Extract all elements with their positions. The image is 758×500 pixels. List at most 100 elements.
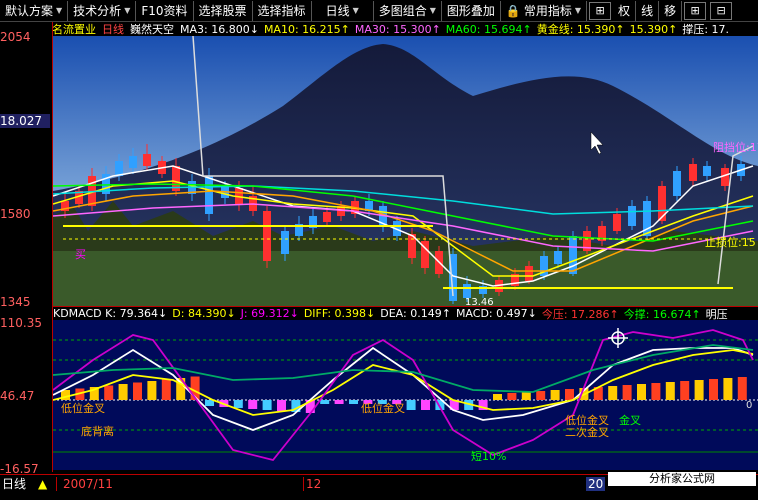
- axis-sub-top: 110.35: [0, 316, 42, 330]
- cross-label-3: 低位金叉: [565, 413, 609, 427]
- toolbar-common-indicator-menu[interactable]: 🔒 常用指标 ▼: [501, 0, 588, 21]
- chart-period: 日线: [102, 23, 124, 36]
- cross-label-2: 低位金叉: [361, 401, 405, 415]
- candle-body: [525, 266, 533, 281]
- macd-bar: [723, 378, 733, 400]
- indicator-value-6: 今压: 17.286↑: [541, 307, 619, 321]
- watermark-banner: 分析家公式网www.88gs.com: [608, 472, 756, 499]
- indicator-value-4: DEA: 0.149↑: [380, 307, 451, 320]
- macd-bar: [334, 400, 344, 404]
- chevron-down-icon: ▼: [56, 5, 63, 15]
- macd-bar: [651, 383, 661, 400]
- candle-body: [689, 164, 697, 181]
- ma-list: MA3: 16.800↓ MA10: 16.215↑ MA30: 15.300↑ MA…: [180, 22, 734, 36]
- toolbar-overlay-label: 图形叠加: [446, 3, 495, 18]
- price-chart[interactable]: 阻挡位:17 止损位:15 13.46 买: [53, 36, 758, 306]
- macd-bar: [406, 400, 416, 410]
- macd-bar: [205, 400, 214, 406]
- macd-bar: [536, 391, 546, 400]
- kdmacd-chart[interactable]: 低位金叉 底背离 低位金叉 低位金叉 二次金叉 金叉 短10% 0: [53, 320, 758, 470]
- indicator-value-7: 今撑: 16.674↑: [623, 307, 701, 321]
- toolbar-overlay-button[interactable]: 图形叠加: [442, 0, 501, 21]
- macd-bar: [694, 380, 704, 400]
- macd-bar: [262, 400, 272, 410]
- toolbar-select-indicator-label: 选择指标: [257, 3, 306, 18]
- toolbar-rights-label: 权: [618, 3, 631, 18]
- macd-bar: [507, 393, 517, 400]
- crosshair-move-icon[interactable]: [608, 328, 628, 348]
- toolbar-line-button[interactable]: 线: [636, 0, 660, 21]
- macd-bar: [133, 382, 142, 400]
- toolbar-period-menu[interactable]: 日线 ▼: [312, 0, 374, 21]
- candle-body: [129, 156, 137, 168]
- date-label-2: 12: [303, 476, 586, 491]
- candle-body: [569, 236, 577, 274]
- candle-body: [554, 251, 562, 264]
- macd-bar: [665, 382, 675, 400]
- indicator-value-5: MACD: 0.497↓: [455, 307, 537, 320]
- left-price-axis: 2054 18.027 1580 1345 110.35 46.47 -16.5…: [0, 22, 53, 476]
- toolbar-move-button[interactable]: 移: [659, 0, 683, 21]
- toolbar-scheme-label: 默认方案: [5, 3, 54, 18]
- toolbar-analysis-menu[interactable]: 技术分析 ▼: [68, 0, 137, 21]
- sub-marks: [53, 329, 758, 462]
- candle-body: [658, 186, 666, 221]
- indicator-value-3: DIFF: 0.398↓: [303, 307, 376, 320]
- macd-bar: [709, 379, 718, 400]
- bottom-period[interactable]: 日线: [0, 475, 38, 492]
- macd-bar: [737, 377, 747, 400]
- macd-bar: [521, 392, 531, 400]
- axis-price-top: 2054: [0, 30, 31, 44]
- resistance-label: 阻挡位:17: [713, 140, 758, 154]
- ma-value-4: 黄金线: 15.390↑: [536, 23, 625, 36]
- macd-bar: [277, 400, 286, 411]
- indicator-value-8: 明压: [705, 307, 728, 321]
- triangle-up-icon[interactable]: ▲: [38, 477, 56, 491]
- chevron-down-icon: ▼: [352, 5, 359, 15]
- toolbar-rights-button[interactable]: 权: [613, 0, 637, 21]
- lock-icon: 🔒: [505, 3, 521, 18]
- wallpaper-field: [53, 246, 758, 306]
- date-label-3: 20: [586, 476, 606, 491]
- toolbar-select-stock-button[interactable]: 选择股票: [194, 0, 253, 21]
- macd-bar: [147, 381, 157, 400]
- toolbar-scheme-menu[interactable]: 默认方案 ▼: [0, 0, 69, 21]
- date-label-1: 2007/11: [56, 476, 303, 491]
- support-label: 止损位:15: [705, 235, 756, 249]
- ma-value-3: MA60: 15.694↑: [445, 23, 532, 36]
- toolbar-common-indicator-label: 常用指标: [523, 3, 572, 18]
- macd-bar: [421, 400, 430, 410]
- divergence-label: 底背离: [81, 424, 114, 438]
- candle-body: [323, 212, 331, 222]
- candle-body: [703, 166, 711, 176]
- ma-value-0: MA3: 16.800↓: [180, 23, 259, 36]
- grid-icon[interactable]: ⊞: [589, 1, 612, 20]
- macd-bar: [349, 400, 358, 404]
- candle-body: [628, 206, 636, 226]
- ma-value-2: MA30: 15.300↑: [354, 23, 441, 36]
- candle-body: [205, 176, 213, 214]
- toolbar-multi-chart-label: 多图组合: [378, 3, 427, 18]
- minimize-icon[interactable]: ⊟: [710, 1, 733, 20]
- toolbar-f10-button[interactable]: F10资料: [136, 0, 194, 21]
- toolbar-move-label: 移: [664, 3, 677, 18]
- macd-bar: [680, 381, 690, 400]
- macd-bar: [248, 400, 258, 409]
- candle-body: [263, 211, 271, 261]
- ma-value-1: MA10: 16.215↑: [263, 23, 350, 36]
- macd-bar: [608, 386, 618, 400]
- grid-view-icon[interactable]: ⊞: [684, 1, 707, 20]
- top-toolbar: 默认方案 ▼ 技术分析 ▼ F10资料 选择股票 选择指标 日线 ▼ 多图组合 ▼ 图形…: [0, 0, 758, 22]
- chevron-down-icon: ▼: [429, 5, 436, 15]
- candle-body: [115, 161, 123, 176]
- gold-cross-label: 金叉: [619, 413, 641, 427]
- second-cross-label: 二次金叉: [565, 425, 609, 439]
- cross-label-1: 低位金叉: [61, 401, 105, 415]
- toolbar-multi-chart-menu[interactable]: 多图组合 ▼: [374, 0, 442, 21]
- axis-zero-label: 0: [746, 400, 752, 411]
- wallpaper-title: 巍然天空: [130, 23, 174, 36]
- stock-name: 名流置业: [52, 23, 96, 36]
- pct-label: 短10%: [471, 449, 506, 463]
- chevron-down-icon: ▼: [574, 5, 582, 15]
- toolbar-select-indicator-button[interactable]: 选择指标: [253, 0, 312, 21]
